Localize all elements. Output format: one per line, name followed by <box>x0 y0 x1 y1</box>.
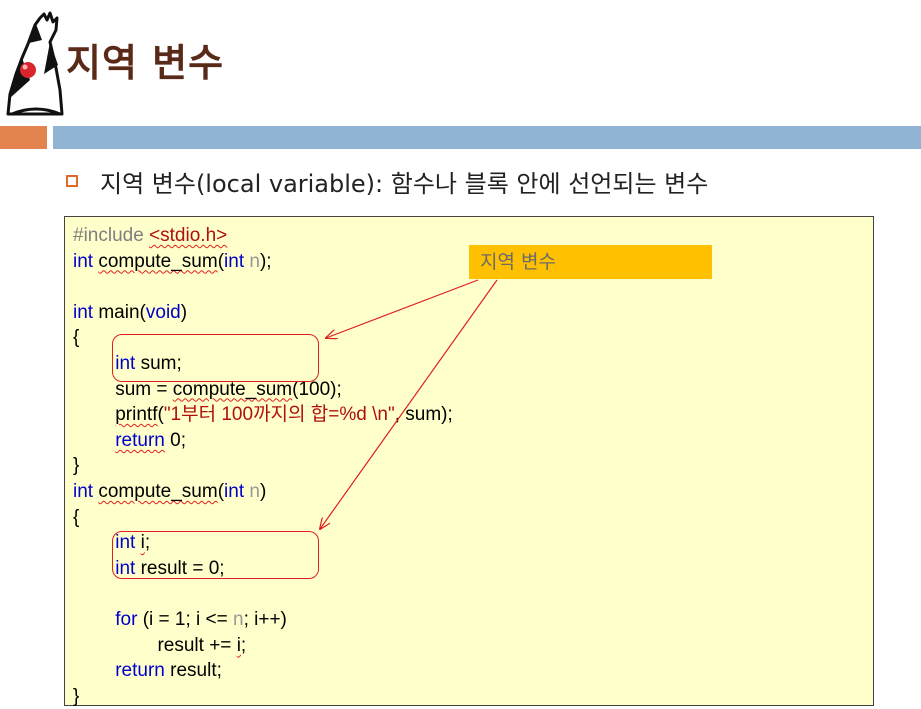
code-line-for: for (i = 1; i <= n; i++) <box>73 607 453 633</box>
paren: ) <box>259 480 267 502</box>
return-value: result; <box>170 660 222 682</box>
code-listing: #include <stdio.h> int compute_sum(int n… <box>73 223 453 709</box>
code-line-return: return result; <box>73 658 453 684</box>
keyword-int: int <box>224 480 245 502</box>
slide-title: 지역 변수 <box>66 41 225 85</box>
identifier: result += <box>157 634 237 656</box>
highlight-box-compute-sum-locals <box>112 531 319 579</box>
code-line-brace-close: } <box>73 453 453 479</box>
highlight-box-main-locals <box>112 334 319 382</box>
include-file: <stdio.h> <box>149 225 228 246</box>
code-line-brace-open: { <box>73 505 453 531</box>
brace: { <box>73 506 80 528</box>
keyword-for: for <box>115 608 138 630</box>
function-name: compute_sum <box>98 250 218 272</box>
code-line-accumulate: result += i; <box>73 633 453 659</box>
code-line-main: int main(void) <box>73 300 453 326</box>
brace: } <box>73 455 80 477</box>
string-literal: "1부터 100까지의 합=%d \n" <box>163 404 395 426</box>
code-line-return: return 0; <box>73 428 453 454</box>
include-directive: #include <box>73 225 144 246</box>
keyword-int: int <box>73 250 94 272</box>
keyword-int: int <box>73 480 94 502</box>
loop-head: (i = 1; i <= <box>142 608 233 630</box>
brace: { <box>73 327 80 349</box>
keyword-return: return <box>115 429 165 451</box>
code-line-brace-close: } <box>73 684 453 709</box>
function-name: compute_sum <box>98 480 218 502</box>
accent-bar-orange <box>0 126 47 149</box>
square-bullet-icon <box>66 175 78 187</box>
param-name: n <box>249 250 260 272</box>
duke-mascot-logo <box>0 10 70 125</box>
paren: ) <box>180 301 188 323</box>
callout-label: 지역 변수 <box>469 245 712 279</box>
function-name: printf <box>115 404 158 426</box>
accent-bar-blue <box>53 126 921 149</box>
code-line-prototype: int compute_sum(int n); <box>73 249 453 275</box>
keyword-void: void <box>145 301 181 323</box>
loop-head: ; i++) <box>243 608 287 630</box>
code-block: #include <stdio.h> int compute_sum(int n… <box>64 216 874 709</box>
punctuation: ); <box>259 250 272 272</box>
param-name: n <box>233 608 244 630</box>
param-name: n <box>249 480 260 502</box>
code-line-include: #include <stdio.h> <box>73 223 453 249</box>
bullet-text: 지역 변수(local variable): 함수나 블록 안에 선언되는 변수 <box>100 169 709 198</box>
punctuation: ; <box>240 634 247 656</box>
keyword-return: return <box>115 660 165 682</box>
code-line-printf: printf("1부터 100까지의 합=%d \n", sum); <box>73 402 453 428</box>
brace: } <box>73 685 80 707</box>
keyword-int: int <box>224 250 245 272</box>
return-value: 0; <box>170 429 187 451</box>
bullet-point: 지역 변수(local variable): 함수나 블록 안에 선언되는 변수 <box>66 164 708 198</box>
function-name: main <box>98 301 140 323</box>
code-line-def: int compute_sum(int n) <box>73 479 453 505</box>
keyword-int: int <box>73 301 94 323</box>
arguments: , sum); <box>394 404 453 426</box>
